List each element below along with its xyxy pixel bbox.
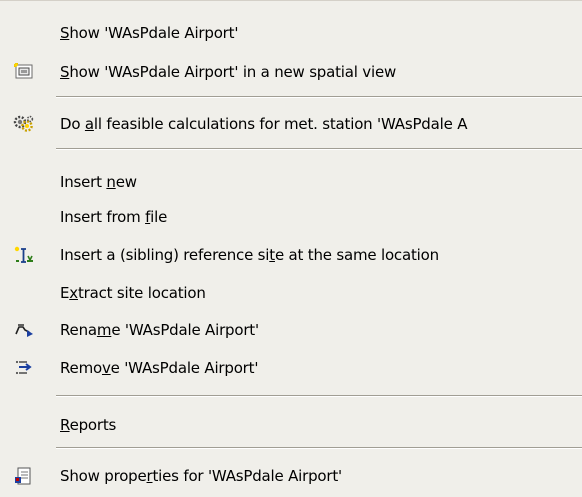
context-menu: Show 'WAsPdale Airport' Show 'WAsPdale A… — [0, 0, 582, 497]
menu-item-label: Insert from file — [60, 208, 168, 226]
properties-icon — [13, 467, 35, 485]
menu-item-show-in-spatial-view[interactable]: Show 'WAsPdale Airport' in a new spatial… — [0, 56, 582, 88]
menu-item-remove[interactable]: Remove 'WAsPdale Airport' — [0, 352, 582, 384]
menu-separator — [56, 148, 582, 150]
menu-item-label: Show properties for 'WAsPdale Airport' — [60, 467, 342, 485]
menu-separator — [56, 96, 582, 98]
spatial-view-icon — [13, 63, 35, 81]
menu-item-insert-reference-site[interactable]: Insert a (sibling) reference site at the… — [0, 239, 582, 271]
menu-item-insert-new[interactable]: Insert new — [0, 166, 582, 198]
menu-item-label: Do all feasible calculations for met. st… — [60, 115, 468, 133]
menu-item-rename[interactable]: Rename 'WAsPdale Airport' — [0, 314, 582, 346]
menu-item-do-all-calculations[interactable]: Do all feasible calculations for met. st… — [0, 108, 582, 140]
menu-item-label: Remove 'WAsPdale Airport' — [60, 359, 259, 377]
menu-separator — [56, 395, 582, 397]
menu-item-label: Reports — [60, 416, 117, 434]
menu-item-label: Insert new — [60, 173, 137, 191]
menu-item-extract-site-location[interactable]: Extract site location — [0, 277, 582, 309]
remove-icon — [13, 359, 35, 377]
menu-item-label: Show 'WAsPdale Airport' — [60, 24, 239, 42]
menu-item-show[interactable]: Show 'WAsPdale Airport' — [0, 17, 582, 49]
menu-item-insert-from-file[interactable]: Insert from file — [0, 201, 582, 233]
rename-icon — [13, 321, 35, 339]
menu-item-label: Insert a (sibling) reference site at the… — [60, 246, 439, 264]
menu-item-label: Show 'WAsPdale Airport' in a new spatial… — [60, 63, 397, 81]
menu-item-show-properties[interactable]: Show properties for 'WAsPdale Airport' — [0, 460, 582, 492]
menu-item-label: Extract site location — [60, 284, 206, 302]
menu-item-reports[interactable]: Reports — [0, 409, 582, 441]
menu-separator — [56, 447, 582, 449]
gears-icon — [13, 115, 35, 133]
menu-item-label: Rename 'WAsPdale Airport' — [60, 321, 259, 339]
reference-site-icon — [13, 246, 35, 264]
